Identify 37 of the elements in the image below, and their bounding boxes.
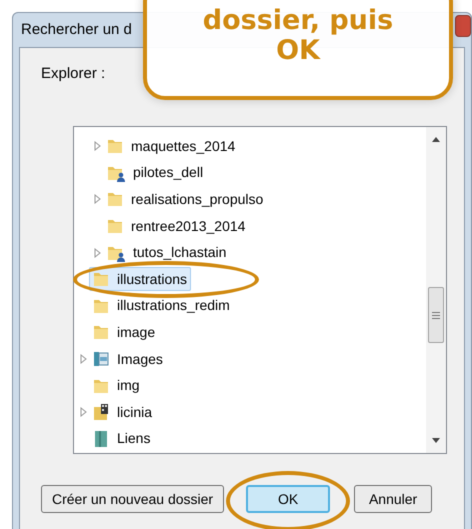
links-folder-icon	[92, 430, 110, 448]
folder-icon	[92, 323, 110, 342]
tree-item[interactable]: tutos_lchastain	[103, 240, 230, 265]
scroll-up-icon[interactable]	[432, 137, 440, 142]
prompt-label: Explorer :	[41, 66, 106, 81]
close-button[interactable]	[455, 15, 471, 37]
scrollbar-thumb[interactable]	[428, 287, 444, 343]
callout-text: dossier, puis OK	[202, 6, 394, 66]
tree-item[interactable]: maquettes_2014	[103, 134, 240, 158]
tree-item[interactable]: Images	[89, 347, 167, 372]
expander-icon[interactable]	[94, 141, 100, 152]
dialog-button[interactable]: Créer un nouveau dossier	[41, 485, 224, 513]
library-icon	[92, 350, 110, 368]
tree-item[interactable]: illustrations	[89, 267, 192, 292]
grip-icon	[432, 312, 440, 318]
tree-item[interactable]: licinia	[89, 400, 156, 424]
folder-icon	[106, 217, 124, 236]
tree-item[interactable]: pilotes_dell	[103, 160, 208, 185]
ok-button[interactable]: OK	[246, 485, 330, 513]
folder-icon	[106, 190, 124, 208]
tree-item[interactable]: illustrations_redim	[89, 294, 234, 318]
expander-icon[interactable]	[94, 194, 100, 204]
media-folder-icon	[92, 403, 110, 422]
window-title: Rechercher un d	[21, 20, 132, 40]
expander-icon[interactable]	[80, 354, 86, 364]
folder-icon	[106, 137, 124, 156]
tree-item[interactable]: Liens	[89, 426, 154, 451]
tree-item[interactable]: rentree2013_2014	[103, 214, 250, 238]
folder-icon	[92, 270, 110, 288]
scroll-down-icon[interactable]	[432, 438, 440, 443]
dialog-button[interactable]: Annuler	[354, 485, 432, 513]
expander-icon[interactable]	[94, 248, 100, 258]
scrollbar[interactable]	[426, 127, 446, 453]
tree-item[interactable]: img	[89, 374, 144, 398]
expander-icon[interactable]	[80, 407, 86, 418]
tree-item[interactable]: image	[89, 320, 160, 344]
tree-item[interactable]: realisations_propulso	[103, 187, 268, 212]
